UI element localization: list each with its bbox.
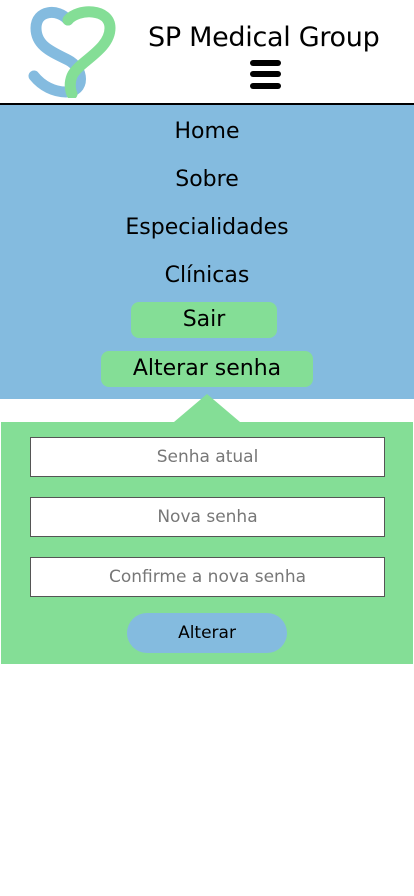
- nav-menu: Home Sobre Especialidades Clínicas Sair …: [0, 105, 414, 399]
- new-password-field[interactable]: [30, 497, 385, 537]
- site-header: SP Medical Group: [0, 0, 414, 105]
- hamburger-menu-icon[interactable]: [250, 60, 281, 90]
- change-password-panel: Alterar: [1, 422, 413, 664]
- submit-change-password-button[interactable]: Alterar: [127, 613, 287, 653]
- brand-title: SP Medical Group: [148, 22, 380, 53]
- hamburger-bar: [250, 83, 281, 89]
- change-password-button[interactable]: Alterar senha: [101, 351, 313, 387]
- nav-item-home[interactable]: Home: [0, 117, 414, 147]
- current-password-field[interactable]: [30, 437, 385, 477]
- panel-pointer: [174, 394, 240, 422]
- confirm-password-field[interactable]: [30, 557, 385, 597]
- nav-item-sobre[interactable]: Sobre: [0, 165, 414, 195]
- nav-item-especialidades[interactable]: Especialidades: [0, 213, 414, 243]
- hamburger-bar: [250, 71, 281, 77]
- nav-item-clinicas[interactable]: Clínicas: [0, 261, 414, 291]
- hamburger-bar: [250, 60, 281, 66]
- logout-button[interactable]: Sair: [131, 302, 277, 338]
- sp-heart-logo-icon[interactable]: [28, 6, 118, 98]
